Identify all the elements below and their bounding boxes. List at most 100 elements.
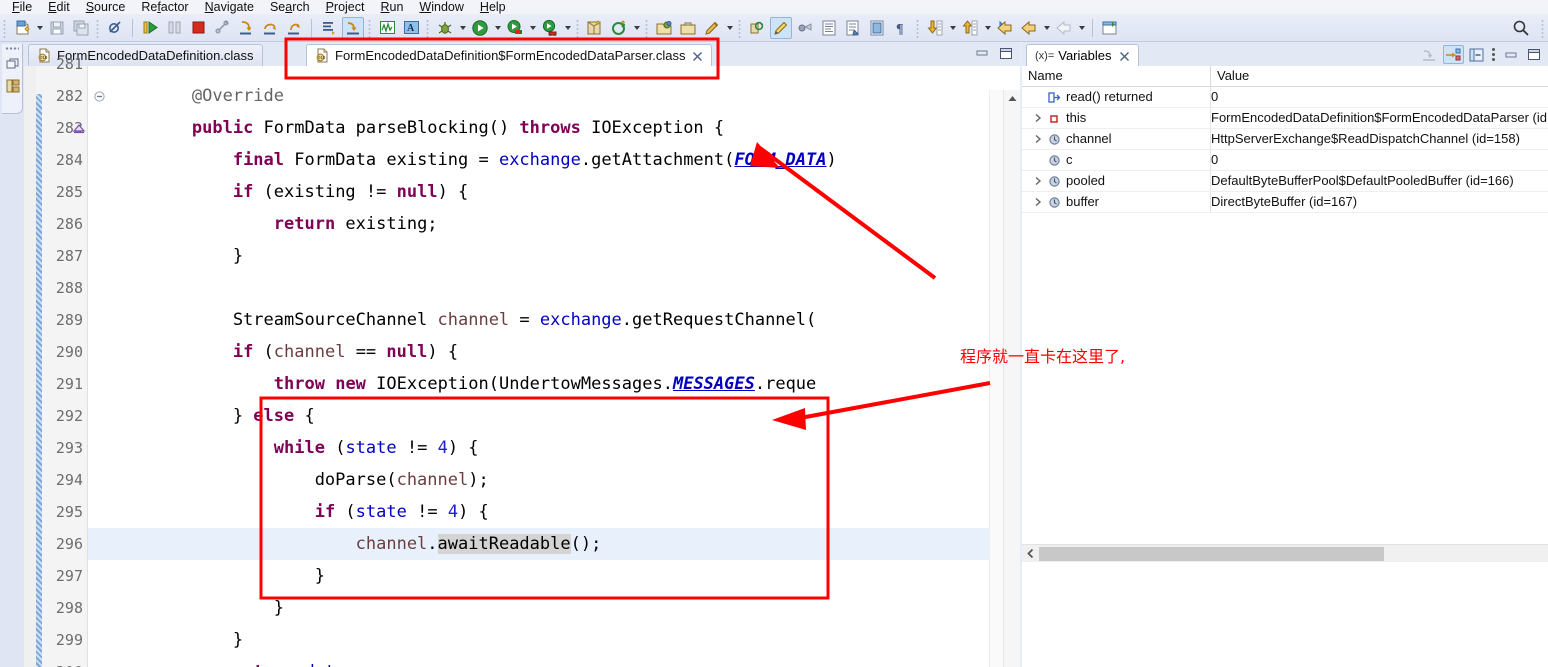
toolbar-grip-4[interactable] bbox=[425, 17, 431, 38]
folding-column[interactable] bbox=[73, 66, 110, 667]
new-java-file-button[interactable] bbox=[11, 17, 33, 39]
restore-icon[interactable] bbox=[5, 56, 21, 72]
show-logical-structure-button[interactable] bbox=[318, 17, 340, 39]
menu-item-navigate[interactable]: Navigate bbox=[197, 0, 262, 14]
code-line[interactable]: throw new IOException(UndertowMessages.M… bbox=[110, 368, 1020, 400]
java-perspective-button[interactable] bbox=[770, 16, 792, 39]
expand-arrow-icon[interactable] bbox=[1032, 175, 1044, 187]
code-line[interactable]: StreamSourceChannel channel = exchange.g… bbox=[110, 304, 1020, 336]
search-prev-button[interactable] bbox=[746, 17, 768, 39]
scroll-up-icon[interactable] bbox=[1004, 90, 1020, 106]
menu-item-window[interactable]: Window bbox=[411, 0, 471, 14]
code-line[interactable]: } bbox=[110, 592, 1020, 624]
fast-view-grip[interactable] bbox=[5, 47, 19, 50]
debug-button[interactable] bbox=[434, 17, 456, 39]
code-line[interactable]: while (state != 4) { bbox=[110, 432, 1020, 464]
wizard-dropdown-arrow[interactable] bbox=[631, 17, 642, 39]
code-line[interactable]: final FormData existing = exchange.getAt… bbox=[110, 144, 1020, 176]
run-dropdown-arrow[interactable] bbox=[492, 17, 503, 39]
menu-item-source[interactable]: Source bbox=[78, 0, 134, 14]
code-line[interactable]: return data; bbox=[110, 656, 1020, 667]
terminate-button[interactable] bbox=[187, 17, 209, 39]
scrollbar-thumb[interactable] bbox=[1039, 547, 1384, 561]
toolbar-grip-9[interactable] bbox=[1540, 17, 1546, 38]
code-lines[interactable]: @Override public FormData parseBlocking(… bbox=[110, 66, 1020, 667]
view-menu-icon[interactable] bbox=[1489, 45, 1498, 64]
next-edit-location-button[interactable] bbox=[1053, 17, 1075, 39]
code-line[interactable] bbox=[110, 272, 1020, 304]
editor-vertical-scrollbar[interactable] bbox=[1003, 90, 1020, 667]
code-line[interactable]: @Override bbox=[110, 80, 1020, 112]
annotation-button[interactable]: A bbox=[400, 17, 422, 39]
save-button[interactable] bbox=[46, 17, 68, 39]
code-line[interactable]: } bbox=[110, 560, 1020, 592]
menu-item-search[interactable]: Search bbox=[262, 0, 318, 14]
forward-dropdown-arrow[interactable] bbox=[1041, 17, 1052, 39]
debug-dropdown-arrow[interactable] bbox=[457, 17, 468, 39]
run-last-tool-button[interactable] bbox=[504, 17, 526, 39]
menu-item-help[interactable]: Help bbox=[472, 0, 514, 14]
edit-dropdown-arrow[interactable] bbox=[724, 17, 735, 39]
collapse-all-button[interactable] bbox=[342, 16, 364, 39]
external-tools-button[interactable] bbox=[794, 17, 816, 39]
code-editor[interactable]: 281 282 283 284 285 286 287 288 289 290 291 292 293 2… bbox=[24, 55, 1020, 667]
disconnect-button[interactable] bbox=[211, 17, 233, 39]
code-line[interactable]: } bbox=[110, 624, 1020, 656]
variables-rows[interactable]: read() returned 0 this FormEncodedDataDefin… bbox=[1022, 87, 1548, 213]
pilcrow-button[interactable]: ¶ bbox=[890, 17, 912, 39]
new-editor-button[interactable] bbox=[1099, 17, 1121, 39]
variable-row[interactable]: read() returned 0 bbox=[1022, 87, 1548, 108]
next-edit-dropdown-arrow[interactable] bbox=[1076, 17, 1087, 39]
column-header-name[interactable]: Name bbox=[1022, 66, 1210, 86]
back-button[interactable] bbox=[994, 17, 1016, 39]
code-line[interactable]: if (state != 4) { bbox=[110, 496, 1020, 528]
overview-ruler[interactable] bbox=[989, 90, 1003, 667]
expand-arrow-icon[interactable] bbox=[1032, 112, 1044, 124]
skip-all-breakpoints-button[interactable] bbox=[104, 17, 126, 39]
toolbar-grip-8[interactable] bbox=[915, 17, 921, 38]
save-all-button[interactable] bbox=[70, 17, 92, 39]
expand-arrow-icon[interactable] bbox=[1032, 133, 1044, 145]
variable-row[interactable]: channel HttpServerExchange$ReadDispatchCh… bbox=[1022, 129, 1548, 150]
run-button[interactable] bbox=[469, 17, 491, 39]
code-line[interactable]: if (channel == null) { bbox=[110, 336, 1020, 368]
variable-row[interactable]: buffer DirectByteBuffer (id=167) bbox=[1022, 192, 1548, 213]
toolbar-grip[interactable] bbox=[2, 17, 8, 38]
console-button[interactable] bbox=[818, 17, 840, 39]
coverage-dropdown-arrow[interactable] bbox=[562, 17, 573, 39]
expand-arrow-icon[interactable] bbox=[1032, 196, 1044, 208]
step-over-button[interactable] bbox=[259, 17, 281, 39]
forward-button[interactable] bbox=[1018, 17, 1040, 39]
variables-horizontal-scrollbar[interactable] bbox=[1022, 544, 1548, 562]
open-task-repository-button[interactable] bbox=[842, 17, 864, 39]
maximize-icon[interactable] bbox=[1523, 45, 1544, 64]
toolbar-grip-2[interactable] bbox=[95, 17, 101, 38]
code-line[interactable]: return existing; bbox=[110, 208, 1020, 240]
menu-item-run[interactable]: Run bbox=[372, 0, 411, 14]
minimize-icon[interactable] bbox=[1500, 45, 1521, 64]
new-wizard-button[interactable] bbox=[608, 17, 630, 39]
close-icon[interactable] bbox=[1119, 50, 1130, 61]
toolbar-grip-5[interactable] bbox=[575, 17, 581, 38]
scroll-left-icon[interactable] bbox=[1023, 546, 1038, 561]
next-annotation-dropdown[interactable] bbox=[947, 17, 958, 39]
menu-item-edit[interactable]: Edit bbox=[40, 0, 78, 14]
fold-collapse-icon[interactable] bbox=[88, 80, 110, 112]
column-header-value[interactable]: Value bbox=[1211, 66, 1249, 86]
toolbar-grip-7[interactable] bbox=[737, 17, 743, 38]
show-logical-structure-icon[interactable] bbox=[1443, 45, 1464, 64]
toolbar-grip-6[interactable] bbox=[644, 17, 650, 38]
toolbar-grip-3[interactable] bbox=[367, 17, 373, 38]
code-line[interactable] bbox=[110, 66, 1020, 80]
search-icon[interactable] bbox=[1510, 17, 1532, 39]
open-task-button[interactable] bbox=[677, 17, 699, 39]
step-into-button[interactable] bbox=[235, 17, 257, 39]
previous-annotation-button[interactable] bbox=[959, 17, 981, 39]
new-java-project-button[interactable] bbox=[584, 17, 606, 39]
code-line[interactable]: if (existing != null) { bbox=[110, 176, 1020, 208]
previous-annotation-dropdown[interactable] bbox=[982, 17, 993, 39]
new-dropdown-arrow[interactable] bbox=[34, 17, 45, 39]
editor-tab-1[interactable]: 010 FormEncodedDataDefinition$FormEncode… bbox=[306, 44, 713, 66]
next-annotation-button[interactable] bbox=[924, 17, 946, 39]
suspend-button[interactable] bbox=[163, 17, 185, 39]
